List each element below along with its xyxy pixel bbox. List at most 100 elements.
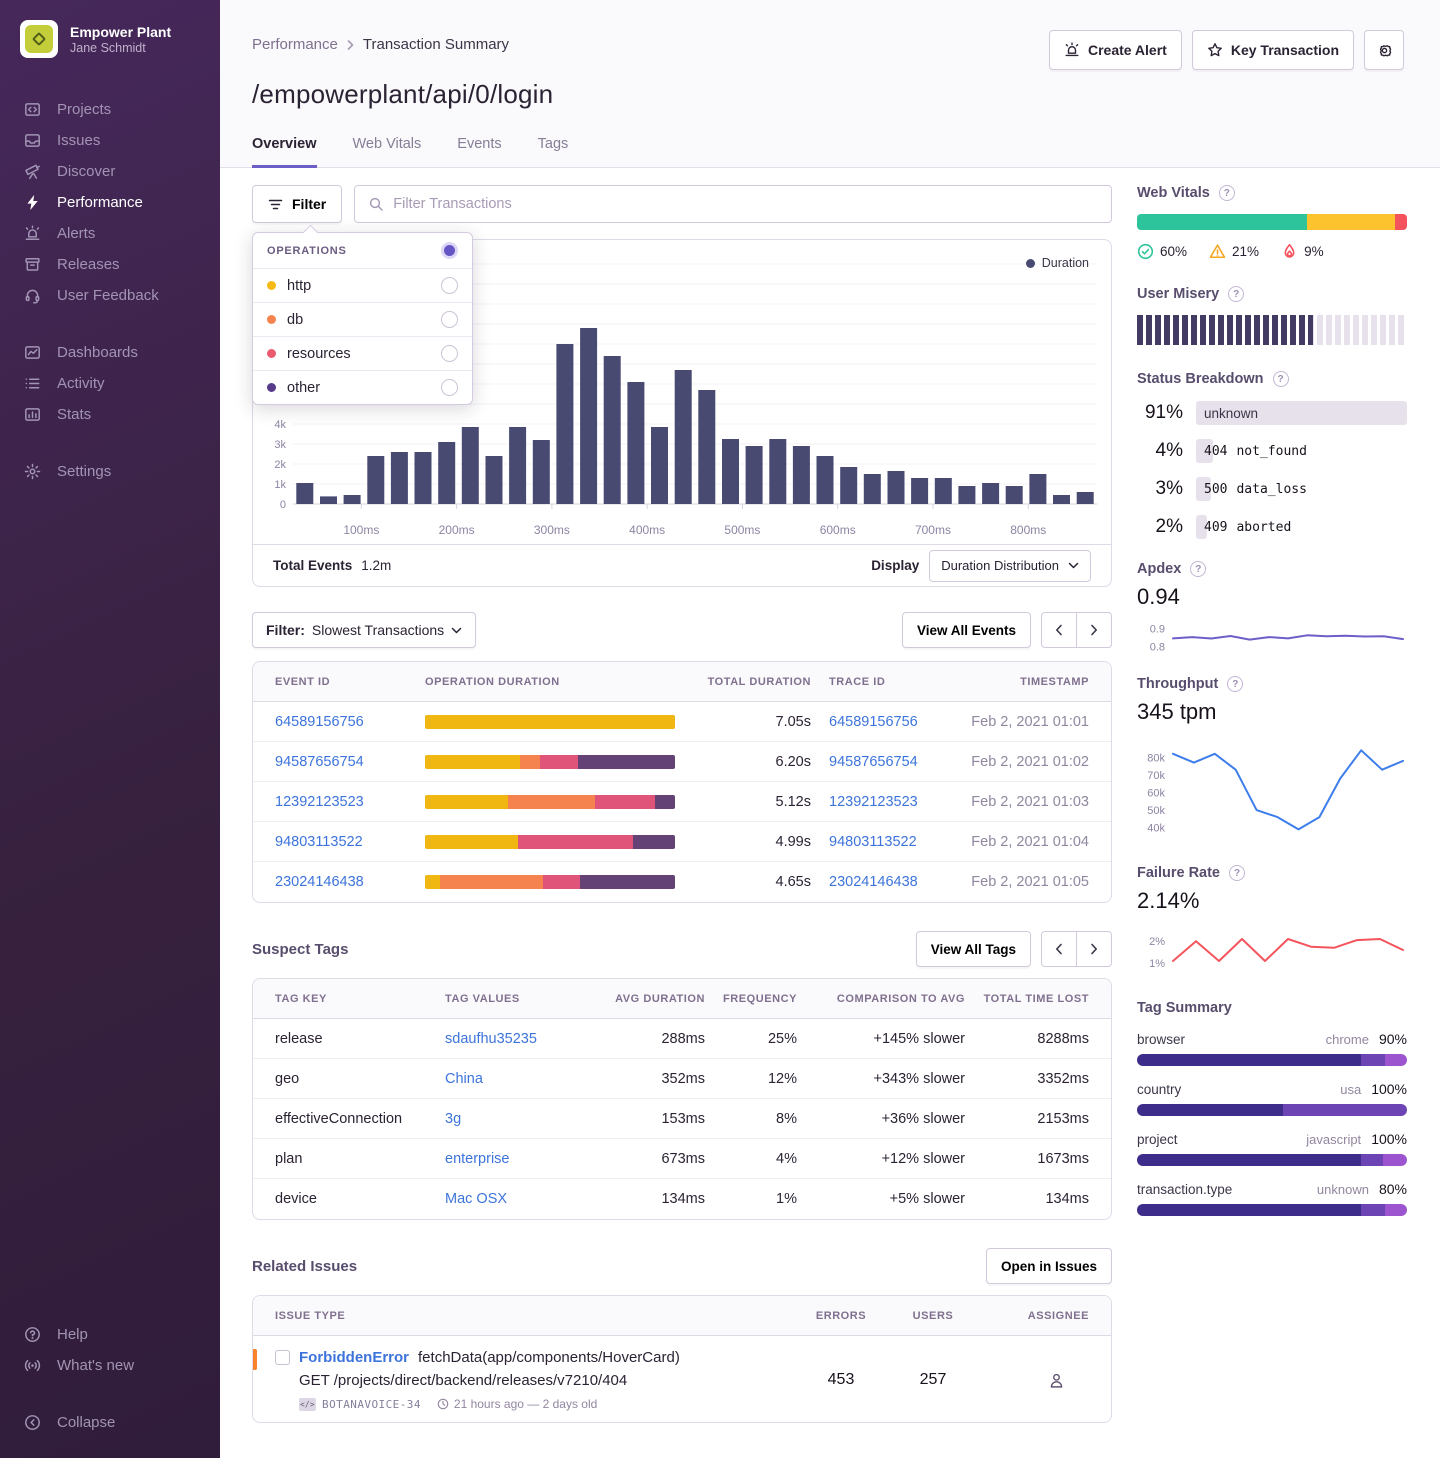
sidebar-item-releases[interactable]: Releases — [0, 249, 220, 280]
chart-legend[interactable]: Duration — [1026, 256, 1089, 270]
search-input[interactable] — [393, 196, 1098, 212]
suspect-tag-row: geo China 352ms 12% +343% slower 3352ms — [253, 1059, 1111, 1099]
event-id-link[interactable]: 23024146438 — [275, 874, 425, 890]
event-id-link[interactable]: 12392123523 — [275, 794, 425, 810]
svg-text:300ms: 300ms — [534, 523, 570, 537]
status-row: 4% 404not_found — [1137, 439, 1407, 463]
tag-value-link[interactable]: sdaufhu35235 — [445, 1031, 595, 1047]
operations-item-other[interactable]: other — [253, 371, 472, 404]
svg-text:2%: 2% — [1149, 936, 1165, 948]
project-badge[interactable]: </> BOTANAVOICE-34 — [299, 1398, 421, 1411]
svg-text:800ms: 800ms — [1010, 523, 1046, 537]
trace-id-link[interactable]: 94587656754 — [811, 754, 921, 770]
status-breakdown-section: Status Breakdown ? 91% unknown 4% 404not… — [1137, 371, 1407, 539]
display-select[interactable]: Duration Distribution — [929, 550, 1091, 582]
next-page-button[interactable] — [1076, 612, 1112, 648]
issue-checkbox[interactable] — [275, 1350, 290, 1365]
operations-radio-other[interactable] — [441, 379, 458, 396]
key-transaction-button[interactable]: Key Transaction — [1192, 30, 1354, 70]
trace-id-link[interactable]: 12392123523 — [811, 794, 921, 810]
prev-page-button[interactable] — [1041, 612, 1077, 648]
sidebar-item-collapse[interactable]: Collapse — [0, 1407, 220, 1438]
status-row: 91% unknown — [1137, 401, 1407, 425]
create-alert-button[interactable]: Create Alert — [1049, 30, 1182, 70]
svg-text:200ms: 200ms — [439, 523, 475, 537]
operations-item-resources[interactable]: resources — [253, 337, 472, 371]
view-all-events-button[interactable]: View All Events — [902, 612, 1031, 648]
svg-text:50k: 50k — [1147, 805, 1165, 817]
sidebar-item-projects[interactable]: Projects — [0, 94, 220, 125]
tab-overview[interactable]: Overview — [252, 136, 317, 168]
issue-level-indicator — [253, 1349, 257, 1370]
assignee-cell[interactable] — [979, 1372, 1089, 1389]
operations-radio-http[interactable] — [441, 277, 458, 294]
question-icon[interactable]: ? — [1219, 185, 1235, 201]
clock-icon — [437, 1398, 449, 1410]
code-icon: </> — [299, 1398, 316, 1411]
issue-type-link[interactable]: ForbiddenError — [299, 1349, 409, 1366]
sidebar-item-stats[interactable]: Stats — [0, 399, 220, 430]
question-icon[interactable]: ? — [1227, 676, 1243, 692]
operations-item-db[interactable]: db — [253, 303, 472, 337]
operations-radio-resources[interactable] — [441, 345, 458, 362]
tag-value-link[interactable]: 3g — [445, 1111, 595, 1127]
releases-icon — [24, 256, 41, 273]
trace-id-link[interactable]: 64589156756 — [811, 714, 921, 730]
trace-id-link[interactable]: 94803113522 — [811, 834, 921, 850]
apdex-value: 0.94 — [1137, 584, 1407, 610]
web-vitals-meh: 21% — [1209, 243, 1259, 260]
tag-value-link[interactable]: China — [445, 1071, 595, 1087]
trace-id-link[interactable]: 23024146438 — [811, 874, 921, 890]
sidebar-item-help[interactable]: Help — [0, 1319, 220, 1350]
sidebar-item-label: Performance — [57, 194, 143, 211]
next-page-button[interactable] — [1076, 931, 1112, 967]
operation-duration-bar — [425, 715, 675, 729]
prev-page-button[interactable] — [1041, 931, 1077, 967]
operations-item-http[interactable]: http — [253, 269, 472, 303]
events-filter-select[interactable]: Filter: Slowest Transactions — [252, 612, 476, 648]
sidebar-item-user-feedback[interactable]: User Feedback — [0, 280, 220, 311]
question-icon[interactable]: ? — [1228, 286, 1244, 302]
tab-web-vitals[interactable]: Web Vitals — [353, 136, 422, 168]
sidebar-item-settings[interactable]: Settings — [0, 456, 220, 487]
sidebar-item-dashboards[interactable]: Dashboards — [0, 337, 220, 368]
sidebar-item-alerts[interactable]: Alerts — [0, 218, 220, 249]
operations-radio-all[interactable] — [441, 242, 458, 259]
sidebar-item-whats-new[interactable]: What's new — [0, 1350, 220, 1381]
filter-lines-icon — [268, 198, 283, 211]
event-id-link[interactable]: 64589156756 — [275, 714, 425, 730]
check-circle-icon — [1137, 243, 1154, 260]
question-icon[interactable]: ? — [1273, 371, 1289, 387]
duration-legend-label: Duration — [1042, 256, 1089, 270]
question-icon[interactable]: ? — [1229, 865, 1245, 881]
question-icon[interactable]: ? — [1190, 561, 1206, 577]
tag-value-link[interactable]: enterprise — [445, 1151, 595, 1167]
operations-radio-db[interactable] — [441, 311, 458, 328]
resources-color-dot — [267, 349, 276, 358]
event-row: 12392123523 5.12s 12392123523 Feb 2, 202… — [253, 782, 1111, 822]
chevron-down-icon — [1068, 562, 1079, 569]
filter-button[interactable]: Filter — [252, 185, 342, 223]
sidebar-item-discover[interactable]: Discover — [0, 156, 220, 187]
siren-icon — [1064, 42, 1080, 58]
sidebar-footer: Help What's new Collapse — [0, 1319, 220, 1438]
breadcrumb-performance[interactable]: Performance — [252, 36, 338, 53]
tag-value-link[interactable]: Mac OSX — [445, 1191, 595, 1207]
issue-users-count: 257 — [887, 1371, 979, 1389]
event-id-link[interactable]: 94587656754 — [275, 754, 425, 770]
tag-summary-bar — [1137, 1154, 1407, 1166]
operation-duration-bar — [425, 835, 675, 849]
open-in-issues-button[interactable]: Open in Issues — [986, 1248, 1112, 1284]
discover-icon — [24, 163, 41, 180]
issue-errors-count: 453 — [795, 1371, 887, 1389]
view-all-tags-button[interactable]: View All Tags — [916, 931, 1031, 967]
settings-gear-button[interactable] — [1364, 30, 1404, 70]
org-switcher[interactable]: Empower Plant Jane Schmidt — [0, 20, 220, 58]
tab-events[interactable]: Events — [457, 136, 501, 168]
event-id-link[interactable]: 94803113522 — [275, 834, 425, 850]
tab-tags[interactable]: Tags — [538, 136, 569, 168]
sidebar-item-performance[interactable]: Performance — [0, 187, 220, 218]
sidebar-item-activity[interactable]: Activity — [0, 368, 220, 399]
tag-summary-section: Tag Summary browser chrome 90% country — [1137, 1000, 1407, 1216]
sidebar-item-issues[interactable]: Issues — [0, 125, 220, 156]
